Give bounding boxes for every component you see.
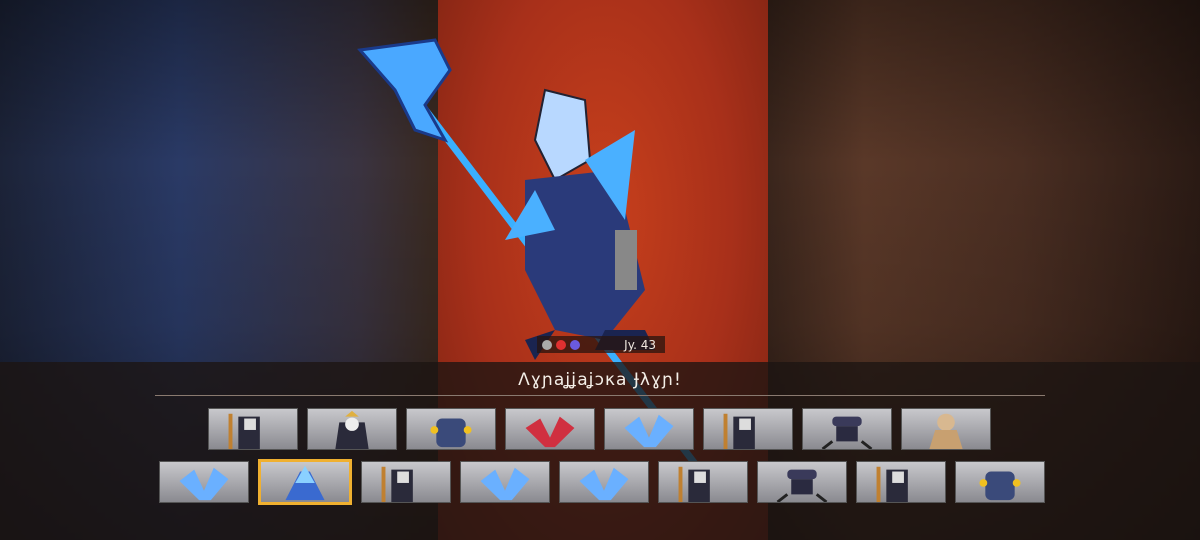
faction-icon	[570, 339, 580, 350]
skin-thumbnail-red-crystal[interactable]	[505, 408, 595, 450]
red-crystal-portrait-icon	[525, 416, 575, 448]
crowned-knight-portrait-icon	[335, 410, 369, 449]
spider-mech-portrait-icon	[821, 416, 873, 449]
level-bar: Jy. 43	[537, 336, 665, 353]
blue-crystal-portrait-icon	[179, 467, 229, 501]
skin-thumbnail-hooded-warrior[interactable]	[856, 461, 946, 503]
skin-row-1	[208, 408, 991, 450]
skin-thumbnail-hooded-warrior[interactable]	[658, 461, 748, 503]
level-label: Jy. 43	[624, 337, 656, 352]
class-icon	[542, 339, 552, 350]
skin-thumbnail-spider-mech[interactable]	[802, 408, 892, 450]
skin-thumbnail-blue-crystal[interactable]	[159, 461, 249, 503]
skin-thumbnail-hooded-warrior[interactable]	[208, 408, 298, 450]
blue-crystal-portrait-icon	[579, 467, 629, 501]
divider	[155, 395, 1045, 396]
blue-robot-portrait-icon	[430, 418, 472, 448]
hooded-warrior-portrait-icon	[723, 413, 755, 449]
skin-thumbnail-blue-crystal[interactable]	[604, 408, 694, 450]
hooded-warrior-portrait-icon	[381, 466, 413, 502]
hooded-warrior-portrait-icon	[678, 466, 710, 502]
skin-thumbnail-crowned-knight[interactable]	[307, 408, 397, 450]
skin-thumbnail-spider-mech[interactable]	[757, 461, 847, 503]
bald-monk-portrait-icon	[929, 413, 963, 449]
skin-thumbnail-hooded-warrior[interactable]	[703, 408, 793, 450]
selected-skin-thumbnail-crystal-knight[interactable]	[258, 459, 352, 505]
crystal-knight-portrait-icon	[285, 465, 325, 501]
skin-thumbnail-blue-crystal[interactable]	[460, 461, 550, 503]
blue-robot-portrait-icon	[979, 471, 1021, 501]
element-icon	[556, 339, 566, 350]
blue-crystal-portrait-icon	[624, 414, 674, 448]
hooded-warrior-portrait-icon	[876, 466, 908, 502]
blue-crystal-portrait-icon	[480, 467, 530, 501]
hero-name: Λɣɲaʝʝaʝɔκa Ɉλɣɲ!	[518, 370, 682, 390]
skin-row-2	[159, 459, 1045, 505]
hooded-warrior-portrait-icon	[228, 413, 260, 449]
skin-thumbnail-blue-robot[interactable]	[406, 408, 496, 450]
skin-thumbnail-hooded-warrior[interactable]	[361, 461, 451, 503]
spider-mech-portrait-icon	[776, 469, 828, 502]
skin-thumbnail-blue-crystal[interactable]	[559, 461, 649, 503]
skin-thumbnail-bald-monk[interactable]	[901, 408, 991, 450]
skin-thumbnail-blue-robot[interactable]	[955, 461, 1045, 503]
